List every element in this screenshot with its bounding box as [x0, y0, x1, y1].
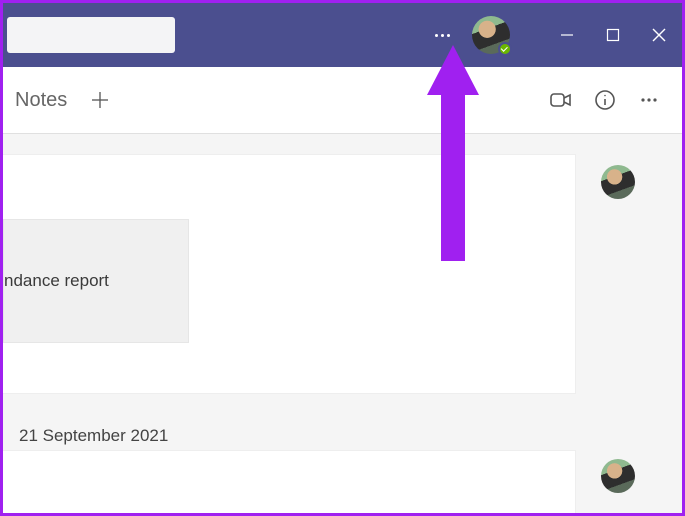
video-call-button[interactable]: [542, 81, 580, 119]
tab-notes[interactable]: Notes: [7, 89, 75, 112]
search-input[interactable]: [7, 17, 175, 53]
date-separator: 21 September 2021: [19, 426, 168, 446]
avatar-image: [601, 165, 635, 199]
profile-avatar[interactable]: [472, 16, 510, 54]
titlebar-more-button[interactable]: [422, 15, 462, 55]
minimize-icon: [560, 28, 574, 42]
plus-icon: [90, 90, 110, 110]
video-icon: [549, 88, 573, 112]
avatar-image: [601, 459, 635, 493]
message-card[interactable]: [3, 450, 576, 513]
presence-badge: [498, 42, 512, 56]
attachment-card[interactable]: ndance report: [3, 219, 189, 343]
info-icon: [593, 88, 617, 112]
tab-bar: Notes: [3, 67, 682, 134]
chat-content: ndance report 21 September 2021: [3, 134, 682, 513]
add-tab-button[interactable]: [81, 81, 119, 119]
message-avatar[interactable]: [601, 165, 635, 199]
info-button[interactable]: [586, 81, 624, 119]
more-options-button[interactable]: [630, 81, 668, 119]
message-card[interactable]: ndance report: [3, 154, 576, 394]
attachment-title: ndance report: [4, 271, 109, 291]
title-bar: [3, 3, 682, 67]
maximize-icon: [606, 28, 620, 42]
close-button[interactable]: [636, 3, 682, 67]
maximize-button[interactable]: [590, 3, 636, 67]
more-icon: [638, 89, 660, 111]
message-avatar[interactable]: [601, 459, 635, 493]
more-icon: [435, 34, 450, 37]
close-icon: [651, 27, 667, 43]
minimize-button[interactable]: [544, 3, 590, 67]
